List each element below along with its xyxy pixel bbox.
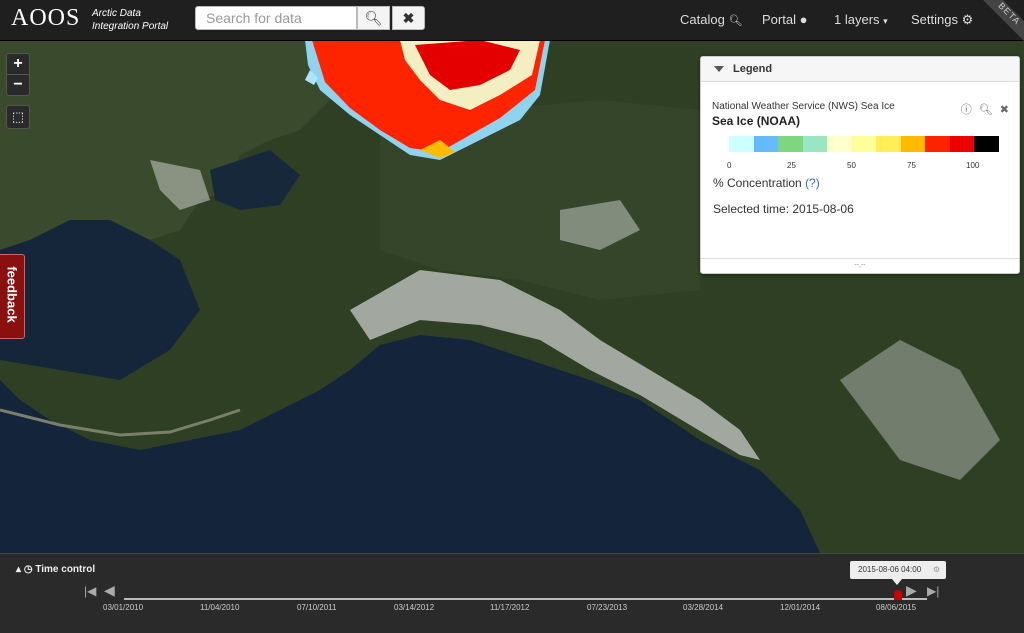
nav-layers-label: 1 layers [834,12,880,27]
legend-header[interactable]: Legend [701,57,1019,82]
layer-actions: ⓘ 🔍︎ ✖ [961,101,1011,117]
portal-name-line2: Integration Portal [92,21,169,32]
zoom-box-button[interactable]: ⬚ [6,105,30,129]
time-control-panel: ▴ ◷ Time control 2015-08-06 04:00 ⚙ |◀ ◀… [0,553,1024,633]
scale-swatch [949,136,974,152]
caret-down-icon [714,66,724,72]
legend-panel: Legend National Weather Service (NWS) Se… [700,56,1020,274]
layer-name: Sea Ice (NOAA) [712,114,801,128]
timeline-date: 08/06/2015 [876,603,917,612]
legend-coordinates: --,-- [701,258,1019,273]
timeline-date: 03/28/2014 [683,603,724,612]
zoom-box-icon: ⬚ [11,109,25,124]
timeline-date: 11/17/2012 [490,603,530,612]
scale-swatch [802,136,827,152]
timeline-date: 07/10/2011 [297,603,337,612]
clock-icon: ◷ [23,564,33,575]
caret-down-icon: ▾ [883,16,888,26]
scale-swatch [925,136,950,152]
zoom-to-layer-icon[interactable]: 🔍︎ [979,104,995,116]
aoos-logo[interactable]: AOOS [11,5,80,32]
current-time-label: 2015-08-06 04:00 [858,565,922,574]
nav-settings-label: Settings [911,12,958,27]
beta-ribbon: BETA [981,0,1024,42]
nav-catalog-label: Catalog [680,12,725,27]
zoom-in-button[interactable]: + [7,54,29,74]
portal-name-line1: Arctic Data [92,8,141,19]
zoom-control: + − [6,53,30,96]
gear-icon[interactable]: ⚙ [933,561,940,579]
scale-swatch [974,136,999,152]
scale-swatch [729,136,754,152]
feedback-tab[interactable]: feedback [0,254,25,339]
chevron-up-icon: ▴ [16,564,22,575]
timeline-date: 12/01/2014 [780,603,821,612]
skip-to-start-button[interactable]: |◀ [84,584,96,598]
scale-tick: 0 [727,161,732,170]
search-icon: 🔍︎ [364,9,383,26]
nav-portal-label: Portal [762,12,796,27]
nav-layers[interactable]: 1 layers ▾ [834,12,888,27]
scale-swatch [876,136,901,152]
skip-to-end-button[interactable]: ▶| [927,584,939,598]
timeline-track[interactable] [124,598,927,600]
scale-tick: 50 [847,161,856,170]
scale-tick: 75 [907,161,916,170]
scale-swatch [778,136,803,152]
scale-tick: 25 [787,161,796,170]
close-icon: ✖ [402,9,415,26]
nav-catalog[interactable]: Catalog 🔍︎ [680,12,742,27]
gear-icon: ⚙ [961,12,974,27]
time-control-header[interactable]: ▴ ◷ Time control [16,564,95,575]
selected-time: Selected time: 2015-08-06 [713,202,854,216]
units-label: % Concentration (?) [713,176,820,190]
nav-settings[interactable]: Settings ⚙ [911,12,973,28]
portal-name: Arctic Data Integration Portal [92,7,168,33]
units-help-link[interactable]: (?) [805,176,820,190]
scale-swatch [827,136,852,152]
timeline-date: 11/04/2010 [200,603,240,612]
globe-icon: ● [799,12,808,27]
current-time-tooltip: 2015-08-06 04:00 ⚙ [850,561,946,585]
info-icon[interactable]: ⓘ [961,104,974,116]
step-back-button[interactable]: ◀ [104,582,115,599]
units-text: % Concentration [713,176,802,190]
time-control-title: Time control [35,564,96,575]
timeline-date: 03/14/2012 [394,603,435,612]
timeline-date: 07/23/2013 [587,603,628,612]
legend-title: Legend [733,63,773,75]
timeline-date: 03/01/2010 [103,603,144,612]
feedback-label: feedback [4,266,20,323]
color-scale [729,136,999,152]
zoom-out-button[interactable]: − [7,74,29,95]
scale-swatch [900,136,925,152]
timeline-handle[interactable] [894,590,902,600]
step-forward-button[interactable]: ▶ [906,582,917,599]
scale-swatch [753,136,778,152]
clear-search-button[interactable]: ✖ [392,6,425,30]
layer-source: National Weather Service (NWS) Sea Ice [712,101,895,112]
search-button[interactable]: 🔍︎ [357,6,390,30]
search-input[interactable]: Search for data [195,6,357,30]
scale-tick: 100 [966,161,980,170]
nav-portal[interactable]: Portal ● [762,12,807,27]
search-icon: 🔍︎ [728,15,743,27]
remove-layer-icon[interactable]: ✖ [1000,104,1011,116]
scale-swatch [851,136,876,152]
top-navbar: AOOS Arctic Data Integration Portal Sear… [0,0,1024,42]
